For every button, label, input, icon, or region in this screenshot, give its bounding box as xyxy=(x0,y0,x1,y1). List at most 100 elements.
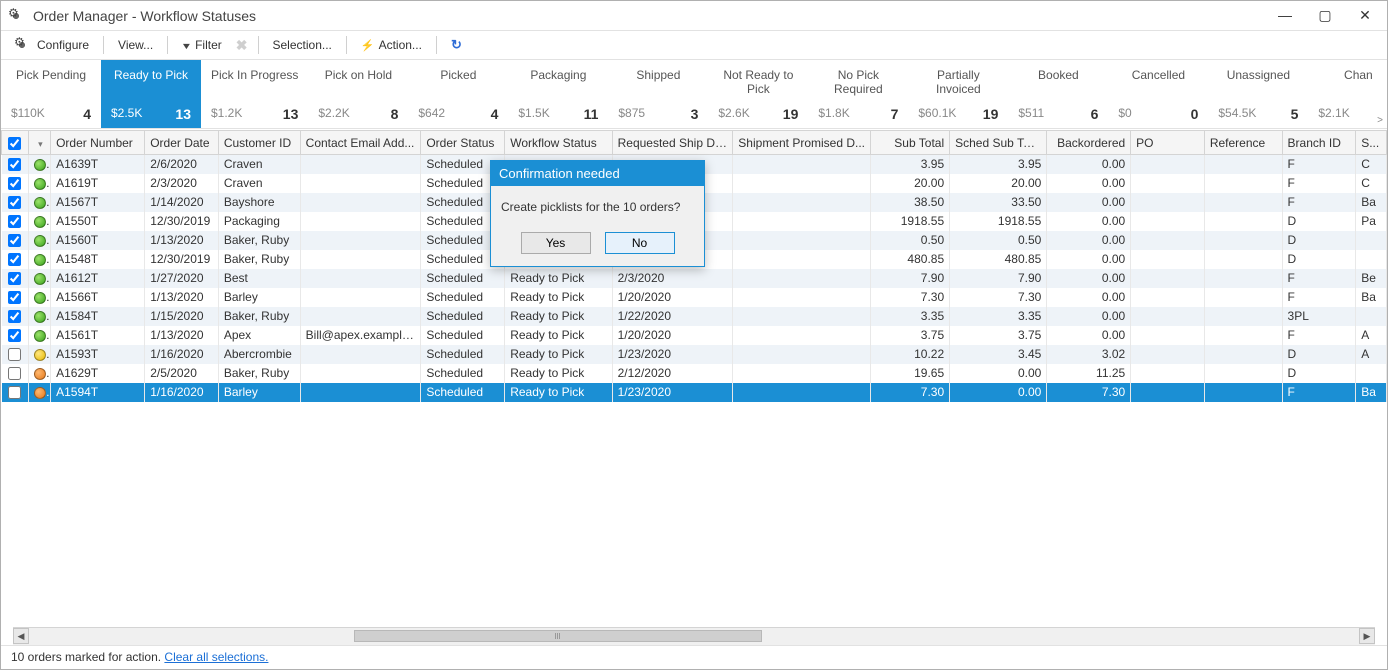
col-promised[interactable]: Shipment Promised D... xyxy=(733,131,871,155)
tab-cancelled[interactable]: Cancelled$00 xyxy=(1108,60,1208,128)
tab-no-pick-required[interactable]: No PickRequired$1.8K7 xyxy=(808,60,908,128)
tab-count: 11 xyxy=(584,106,599,122)
cell-last: Ba xyxy=(1356,193,1387,212)
tab-chan[interactable]: Chan$2.1K xyxy=(1308,60,1387,128)
table-row[interactable]: A1594T1/16/2020BarleyScheduledReady to P… xyxy=(2,383,1387,402)
view-button[interactable]: View... xyxy=(112,36,159,54)
scroll-left-button[interactable]: ◀ xyxy=(13,628,29,644)
col-order-date[interactable]: Order Date xyxy=(145,131,219,155)
close-button[interactable]: ✕ xyxy=(1351,7,1379,24)
col-sched-sub-total[interactable]: Sched Sub Total xyxy=(950,131,1047,155)
filter-button[interactable]: Filter xyxy=(176,36,228,54)
table-row[interactable]: A1612T1/27/2020BestScheduledReady to Pic… xyxy=(2,269,1387,288)
tabs-overflow-icon[interactable]: > xyxy=(1377,115,1383,126)
row-checkbox[interactable] xyxy=(8,234,21,247)
row-checkbox[interactable] xyxy=(8,367,21,380)
row-checkbox[interactable] xyxy=(8,291,21,304)
row-checkbox[interactable] xyxy=(8,196,21,209)
cell-last: Ba xyxy=(1356,383,1387,402)
row-checkbox[interactable] xyxy=(8,348,21,361)
tab-unassigned[interactable]: Unassigned$54.5K5 xyxy=(1208,60,1308,128)
row-checkbox[interactable] xyxy=(8,253,21,266)
bolt-icon xyxy=(361,38,375,52)
cell-order-date: 1/13/2020 xyxy=(145,326,219,345)
cell-customer-id: Craven xyxy=(218,174,300,193)
cell-branch-id: D xyxy=(1282,212,1356,231)
row-checkbox[interactable] xyxy=(8,215,21,228)
separator xyxy=(167,36,168,54)
col-workflow-status[interactable]: Workflow Status xyxy=(505,131,612,155)
tab-label: Pick on Hold xyxy=(318,68,398,98)
col-status-dot[interactable] xyxy=(28,131,51,155)
col-backordered[interactable]: Backordered xyxy=(1047,131,1131,155)
table-row[interactable]: A1629T2/5/2020Baker, RubyScheduledReady … xyxy=(2,364,1387,383)
refresh-icon xyxy=(451,37,462,53)
cell-customer-id: Barley xyxy=(218,383,300,402)
col-order-status[interactable]: Order Status xyxy=(421,131,505,155)
cell-promised xyxy=(733,364,871,383)
row-checkbox[interactable] xyxy=(8,177,21,190)
table-row[interactable]: A1561T1/13/2020ApexBill@apex.example....… xyxy=(2,326,1387,345)
selection-label: Selection... xyxy=(273,38,332,52)
configure-button[interactable]: Configure xyxy=(9,36,95,54)
cell-last: Be xyxy=(1356,269,1387,288)
tab-picked[interactable]: Picked$6424 xyxy=(408,60,508,128)
action-button[interactable]: Action... xyxy=(355,36,428,54)
col-reference[interactable]: Reference xyxy=(1204,131,1282,155)
tab-booked[interactable]: Booked$5116 xyxy=(1008,60,1108,128)
tab-shipped[interactable]: Shipped$8753 xyxy=(608,60,708,128)
col-branch-id[interactable]: Branch ID xyxy=(1282,131,1356,155)
col-requested-ship[interactable]: Requested Ship Date xyxy=(612,131,733,155)
tab-count: 13 xyxy=(175,106,191,122)
tab-packaging[interactable]: Packaging$1.5K11 xyxy=(508,60,608,128)
tab-ready-to-pick[interactable]: Ready to Pick$2.5K13 xyxy=(101,60,201,128)
scroll-thumb[interactable] xyxy=(354,630,763,642)
col-po[interactable]: PO xyxy=(1131,131,1205,155)
cell-order-number: A1566T xyxy=(51,288,145,307)
cell-requested-ship: 1/23/2020 xyxy=(612,345,733,364)
cell-sub-total: 7.30 xyxy=(871,383,950,402)
row-checkbox[interactable] xyxy=(8,386,21,399)
yes-button[interactable]: Yes xyxy=(521,232,591,254)
row-checkbox[interactable] xyxy=(8,310,21,323)
horizontal-scrollbar[interactable]: ◀ ▶ xyxy=(13,627,1375,645)
maximize-button[interactable]: ▢ xyxy=(1311,7,1339,24)
selection-button[interactable]: Selection... xyxy=(267,36,338,54)
tab-pick-in-progress[interactable]: Pick In Progress$1.2K13 xyxy=(201,60,308,128)
tab-pick-pending[interactable]: Pick Pending$110K4 xyxy=(1,60,101,128)
funnel-icon xyxy=(182,38,191,52)
cell-customer-id: Barley xyxy=(218,288,300,307)
cell-contact-email xyxy=(300,307,421,326)
col-last[interactable]: S... xyxy=(1356,131,1387,155)
col-sub-total[interactable]: Sub Total xyxy=(871,131,950,155)
no-button[interactable]: No xyxy=(605,232,675,254)
tab-not-ready-to-pick[interactable]: Not Ready toPick$2.6K19 xyxy=(708,60,808,128)
select-all-checkbox[interactable] xyxy=(8,137,21,150)
tab-label: Ready to Pick xyxy=(111,68,191,98)
tab-partially-invoiced[interactable]: PartiallyInvoiced$60.1K19 xyxy=(908,60,1008,128)
tab-pick-on-hold[interactable]: Pick on Hold$2.2K8 xyxy=(308,60,408,128)
cell-customer-id: Baker, Ruby xyxy=(218,364,300,383)
row-checkbox[interactable] xyxy=(8,329,21,342)
cell-reference xyxy=(1204,364,1282,383)
row-checkbox[interactable] xyxy=(8,272,21,285)
col-checkbox[interactable] xyxy=(2,131,29,155)
tab-count: 3 xyxy=(691,106,699,122)
tab-count: 5 xyxy=(1291,106,1299,122)
tab-count: 19 xyxy=(783,106,799,122)
status-dot-icon xyxy=(34,311,46,323)
table-row[interactable]: A1584T1/15/2020Baker, RubyScheduledReady… xyxy=(2,307,1387,326)
clear-filter-button[interactable]: ✖ xyxy=(234,37,250,54)
row-checkbox[interactable] xyxy=(8,158,21,171)
clear-selections-link[interactable]: Clear all selections. xyxy=(164,650,268,664)
tab-amount: $110K xyxy=(11,106,45,122)
table-row[interactable]: A1593T1/16/2020AbercrombieScheduledReady… xyxy=(2,345,1387,364)
col-contact-email[interactable]: Contact Email Add... xyxy=(300,131,421,155)
scroll-right-button[interactable]: ▶ xyxy=(1359,628,1375,644)
table-row[interactable]: A1566T1/13/2020BarleyScheduledReady to P… xyxy=(2,288,1387,307)
cell-sched-sub-total: 1918.55 xyxy=(950,212,1047,231)
col-customer-id[interactable]: Customer ID xyxy=(218,131,300,155)
minimize-button[interactable]: — xyxy=(1271,7,1299,24)
col-order-number[interactable]: Order Number xyxy=(51,131,145,155)
refresh-button[interactable] xyxy=(445,35,468,55)
